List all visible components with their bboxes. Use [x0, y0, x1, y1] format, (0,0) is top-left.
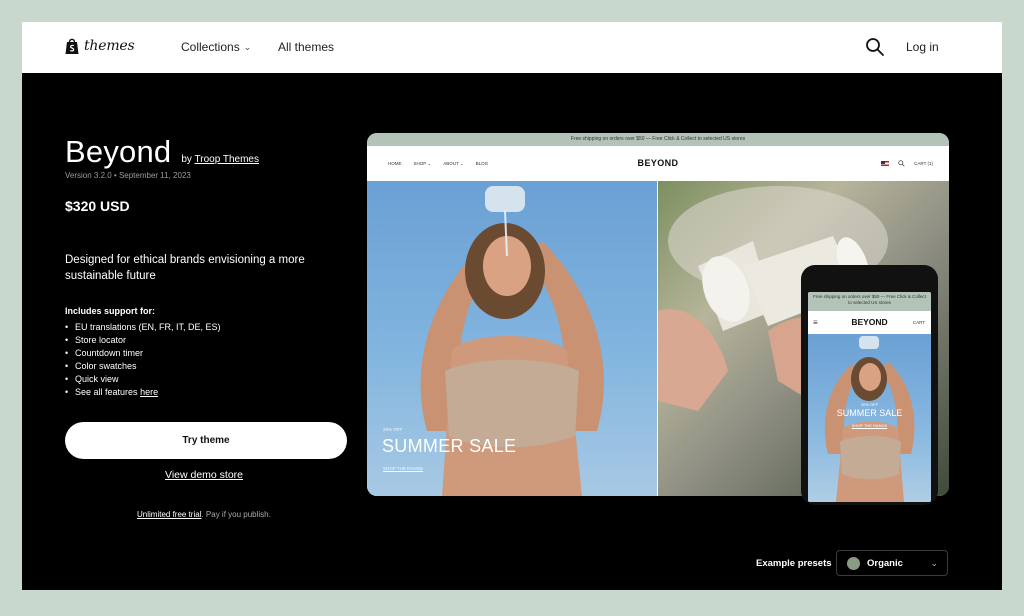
- mobile-sale-tag: 20% OFF: [860, 402, 879, 407]
- feature-item-see-all: See all features here: [65, 386, 221, 399]
- preview-brand: BEYOND: [637, 158, 679, 168]
- search-icon[interactable]: [865, 37, 885, 57]
- mobile-woman-illustration: [824, 336, 915, 502]
- login-link[interactable]: Log in: [906, 40, 939, 54]
- support-title: Includes support for:: [65, 306, 155, 316]
- theme-version: Version 3.2.0 • September 11, 2023: [65, 171, 191, 180]
- feature-item: Store locator: [65, 334, 221, 347]
- hero-photo-woman: 20% OFF SUMMER SALE SHOP THE RANGE: [367, 181, 657, 496]
- mobile-nav: ≡ BEYOND CART: [808, 311, 931, 334]
- theme-title: Beyond: [65, 134, 172, 169]
- shopify-themes-logo[interactable]: themes: [64, 37, 135, 55]
- see-all-label: See all features: [75, 387, 138, 397]
- theme-title-row: Beyond by Troop Themes: [65, 134, 259, 170]
- top-nav: themes Collections ⌄ All themes Log in: [22, 22, 1002, 73]
- hero-shop-link: SHOP THE RANGE: [383, 466, 424, 471]
- chevron-down-icon: ⌄: [243, 41, 252, 52]
- hero-sale-title: SUMMER SALE: [382, 436, 517, 456]
- mobile-hero: 20% OFF SUMMER SALE SHOP THE RANGE: [808, 334, 931, 502]
- by-prefix: by: [181, 154, 192, 165]
- view-demo-store-link[interactable]: View demo store: [165, 469, 243, 481]
- preset-swatch: [847, 557, 860, 570]
- theme-author: by Troop Themes: [181, 154, 259, 165]
- preset-select[interactable]: Organic ⌄: [836, 550, 948, 576]
- author-link[interactable]: Troop Themes: [195, 154, 259, 165]
- feature-list: EU translations (EN, FR, IT, DE, ES) Sto…: [65, 321, 221, 399]
- preset-selected-value: Organic: [867, 558, 903, 569]
- feature-item: Countdown timer: [65, 347, 221, 360]
- mobile-cart: CART: [912, 320, 925, 325]
- try-theme-button[interactable]: Try theme: [65, 422, 347, 459]
- theme-price: $320 USD: [65, 198, 130, 214]
- logo-text: themes: [84, 38, 135, 54]
- search-icon: [898, 160, 905, 167]
- mobile-sale-title: SUMMER SALE: [836, 408, 903, 418]
- example-presets-label: Example presets: [756, 558, 832, 569]
- mobile-preview: Free shipping on orders over $50 — Free …: [801, 265, 938, 505]
- nav-all-themes[interactable]: All themes: [278, 40, 334, 54]
- preview-nav: HOME SHOP ⌄ ABOUT ⌄ BLOG BEYOND CART (1): [367, 146, 949, 181]
- trial-note-text: . Pay if you publish.: [201, 510, 271, 519]
- us-flag-icon: [881, 161, 890, 166]
- shopify-bag-icon: [65, 38, 79, 54]
- mobile-announcement-bar: Free shipping on orders over $50 — Free …: [808, 292, 931, 311]
- preview-announcement-bar: Free shipping on orders over $50 — Free …: [367, 133, 949, 146]
- nav-collections[interactable]: Collections ⌄: [181, 40, 251, 54]
- chevron-down-icon: ⌄: [930, 558, 938, 568]
- feature-item: EU translations (EN, FR, IT, DE, ES): [65, 321, 221, 334]
- feature-item: Color swatches: [65, 360, 221, 373]
- see-all-features-link[interactable]: here: [140, 387, 158, 397]
- mobile-screen: Free shipping on orders over $50 — Free …: [808, 292, 931, 502]
- theme-page: themes Collections ⌄ All themes Log in B…: [22, 22, 1002, 590]
- nav-collections-label: Collections: [181, 40, 240, 54]
- preview-cart: CART (1): [914, 161, 933, 166]
- mobile-shop-link: SHOP THE RANGE: [851, 423, 888, 428]
- unlimited-free-trial-link[interactable]: Unlimited free trial: [137, 510, 201, 519]
- trial-note: Unlimited free trial. Pay if you publish…: [137, 510, 271, 519]
- preview-nav-actions: CART (1): [881, 160, 933, 167]
- theme-tagline: Designed for ethical brands envisioning …: [65, 254, 305, 282]
- hero-sale-tag: 20% OFF: [383, 427, 403, 432]
- feature-item: Quick view: [65, 373, 221, 386]
